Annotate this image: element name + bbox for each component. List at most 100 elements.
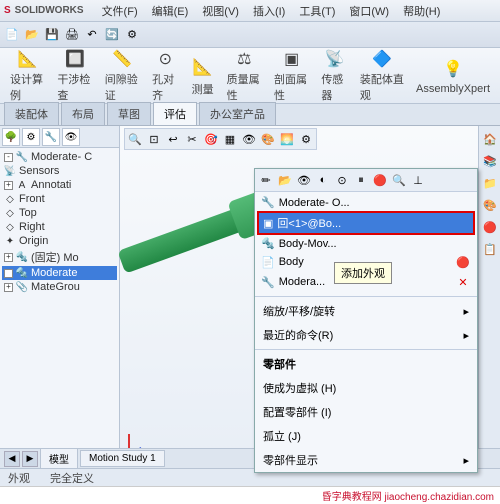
part-icon: 🔩 (16, 251, 28, 263)
breadcrumb-item-highlighted[interactable]: ▣回<1>@Bo... (257, 211, 475, 235)
feature-tree-tab-icon[interactable]: 🌳 (2, 128, 20, 146)
status-left: 外观 (8, 470, 30, 486)
new-icon[interactable]: 📄 (4, 27, 20, 43)
part-icon: 🔩 (16, 267, 28, 279)
ribbon-measure[interactable]: 📐测量 (185, 50, 221, 101)
zoom-to-icon[interactable]: 🔍 (391, 172, 407, 188)
ctx-recent[interactable]: 最近的命令(R)▸ (255, 323, 477, 347)
options-icon[interactable]: ⚙ (124, 27, 140, 43)
open-part-icon[interactable]: 📂 (277, 172, 293, 188)
sensor-icon: 📡 (323, 49, 347, 69)
assembly-icon: 🔧 (16, 151, 28, 163)
ribbon-sensor[interactable]: 📡传感器 (315, 50, 354, 101)
scroll-right-icon[interactable]: ▶ (22, 451, 38, 467)
tab-assembly[interactable]: 装配体 (4, 102, 59, 125)
config-tab-icon[interactable]: 🔧 (42, 128, 60, 146)
menu-view[interactable]: 视图(V) (196, 1, 245, 21)
display-tab-icon[interactable]: 👁 (62, 128, 80, 146)
zoom-fit-icon[interactable]: 🔍 (127, 131, 143, 147)
display-style-icon[interactable]: ▦ (222, 131, 238, 147)
undo-icon[interactable]: ↶ (84, 27, 100, 43)
tree-item[interactable]: ◇Front (2, 192, 117, 206)
appearance-edit-icon[interactable]: 🔴 (372, 172, 388, 188)
tab-motion-study[interactable]: Motion Study 1 (80, 450, 165, 467)
rebuild-icon[interactable]: 🔄 (104, 27, 120, 43)
expand-icon[interactable]: + (4, 283, 13, 292)
isolate-icon[interactable]: ⊙ (334, 172, 350, 188)
xpert-icon: 💡 (441, 57, 465, 81)
edit-part-icon[interactable]: ✏ (258, 172, 274, 188)
origin-icon: ✦ (4, 235, 16, 247)
tab-evaluate[interactable]: 评估 (153, 102, 197, 125)
section-view-icon[interactable]: ✂ (184, 131, 200, 147)
tab-office[interactable]: 办公室产品 (199, 102, 276, 125)
save-icon[interactable]: 💾 (44, 27, 60, 43)
appearance-icon[interactable]: 🎨 (260, 131, 276, 147)
mass-icon: ⚖ (232, 49, 256, 69)
file-explorer-icon[interactable]: 📁 (481, 174, 499, 192)
appearances-icon[interactable]: 🔴 (481, 218, 499, 236)
tab-layout[interactable]: 布局 (61, 102, 105, 125)
ctx-isolate[interactable]: 孤立 (J) (255, 424, 477, 448)
ribbon-design-study[interactable]: 📐设计算例 (4, 50, 51, 101)
breadcrumb-item[interactable]: 🔩Body-Mov... (257, 235, 475, 252)
tree-item[interactable]: -🔧Moderate- C (2, 150, 117, 164)
custom-props-icon[interactable]: 📋 (481, 240, 499, 258)
menu-insert[interactable]: 插入(I) (247, 1, 291, 21)
section-icon: ▣ (280, 49, 304, 69)
ribbon: 📐设计算例 🔲干涉检查 📏间隙验证 ⊙孔对齐 📐测量 ⚖质量属性 ▣剖面属性 📡… (0, 48, 500, 104)
prev-view-icon[interactable]: ↩ (165, 131, 181, 147)
print-icon[interactable]: 🖨 (64, 27, 80, 43)
tree-item[interactable]: 📡Sensors (2, 164, 117, 178)
ribbon-hole-align[interactable]: ⊙孔对齐 (146, 50, 185, 101)
ctx-make-virtual[interactable]: 使成为虚拟 (H) (255, 376, 477, 400)
annotation-icon: A (16, 179, 28, 191)
suppress-icon[interactable]: ⏸ (353, 172, 369, 188)
resources-icon[interactable]: 🏠 (481, 130, 499, 148)
ribbon-assembly-xpert[interactable]: 💡AssemblyXpert (410, 50, 496, 101)
menu-bar: 文件(F) 编辑(E) 视图(V) 插入(I) 工具(T) 窗口(W) 帮助(H… (96, 1, 447, 21)
transparency-icon[interactable]: ◐ (315, 172, 331, 188)
ribbon-mass[interactable]: ⚖质量属性 (221, 50, 268, 101)
ribbon-section[interactable]: ▣剖面属性 (268, 50, 315, 101)
breadcrumb-item[interactable]: 🔧Moderate- O... (257, 194, 475, 211)
scene-icon[interactable]: 🌅 (279, 131, 295, 147)
expand-icon[interactable]: + (4, 181, 13, 190)
context-toolbar: ✏ 📂 👁 ◐ ⊙ ⏸ 🔴 🔍 ⊥ (255, 169, 477, 192)
view-palette-icon[interactable]: 🎨 (481, 196, 499, 214)
normal-to-icon[interactable]: ⊥ (410, 172, 426, 188)
scroll-left-icon[interactable]: ◀ (4, 451, 20, 467)
measure-icon: 📐 (191, 55, 215, 79)
ribbon-clearance[interactable]: 📏间隙验证 (99, 50, 146, 101)
view-settings-icon[interactable]: ⚙ (298, 131, 314, 147)
ctx-component-display[interactable]: 零部件显示▸ (255, 448, 477, 472)
tab-sketch[interactable]: 草图 (107, 102, 151, 125)
property-tab-icon[interactable]: ⚙ (22, 128, 40, 146)
tree-item[interactable]: +AAnnotati (2, 178, 117, 192)
interference-icon: 🔲 (63, 49, 87, 69)
menu-window[interactable]: 窗口(W) (343, 1, 395, 21)
ribbon-assembly-vis[interactable]: 🔷装配体直观 (354, 50, 410, 101)
ctx-zoom-pan[interactable]: 缩放/平移/旋转▸ (255, 299, 477, 323)
hide-icon[interactable]: 👁 (296, 172, 312, 188)
hole-align-icon: ⊙ (153, 49, 177, 69)
zoom-area-icon[interactable]: ⊡ (146, 131, 162, 147)
menu-help[interactable]: 帮助(H) (397, 1, 446, 21)
expand-icon[interactable]: + (4, 253, 13, 262)
hide-show-icon[interactable]: 👁 (241, 131, 257, 147)
ribbon-interference[interactable]: 🔲干涉检查 (51, 50, 98, 101)
delete-icon[interactable]: ✕ (455, 274, 471, 290)
design-lib-icon[interactable]: 📚 (481, 152, 499, 170)
expand-icon[interactable]: + (4, 269, 13, 278)
heads-up-toolbar: 🔍 ⊡ ↩ ✂ 🎯 ▦ 👁 🎨 🌅 ⚙ (124, 128, 317, 150)
menu-edit[interactable]: 编辑(E) (146, 1, 195, 21)
feature-tree[interactable]: -🔧Moderate- C 📡Sensors +AAnnotati ◇Front… (0, 148, 119, 466)
tab-model[interactable]: 模型 (40, 448, 78, 469)
appearance-add-icon[interactable]: 🔴 (455, 254, 471, 270)
view-orient-icon[interactable]: 🎯 (203, 131, 219, 147)
menu-tools[interactable]: 工具(T) (293, 1, 341, 21)
open-icon[interactable]: 📂 (24, 27, 40, 43)
ctx-configure[interactable]: 配置零部件 (I) (255, 400, 477, 424)
collapse-icon[interactable]: - (4, 153, 13, 162)
menu-file[interactable]: 文件(F) (96, 1, 144, 21)
